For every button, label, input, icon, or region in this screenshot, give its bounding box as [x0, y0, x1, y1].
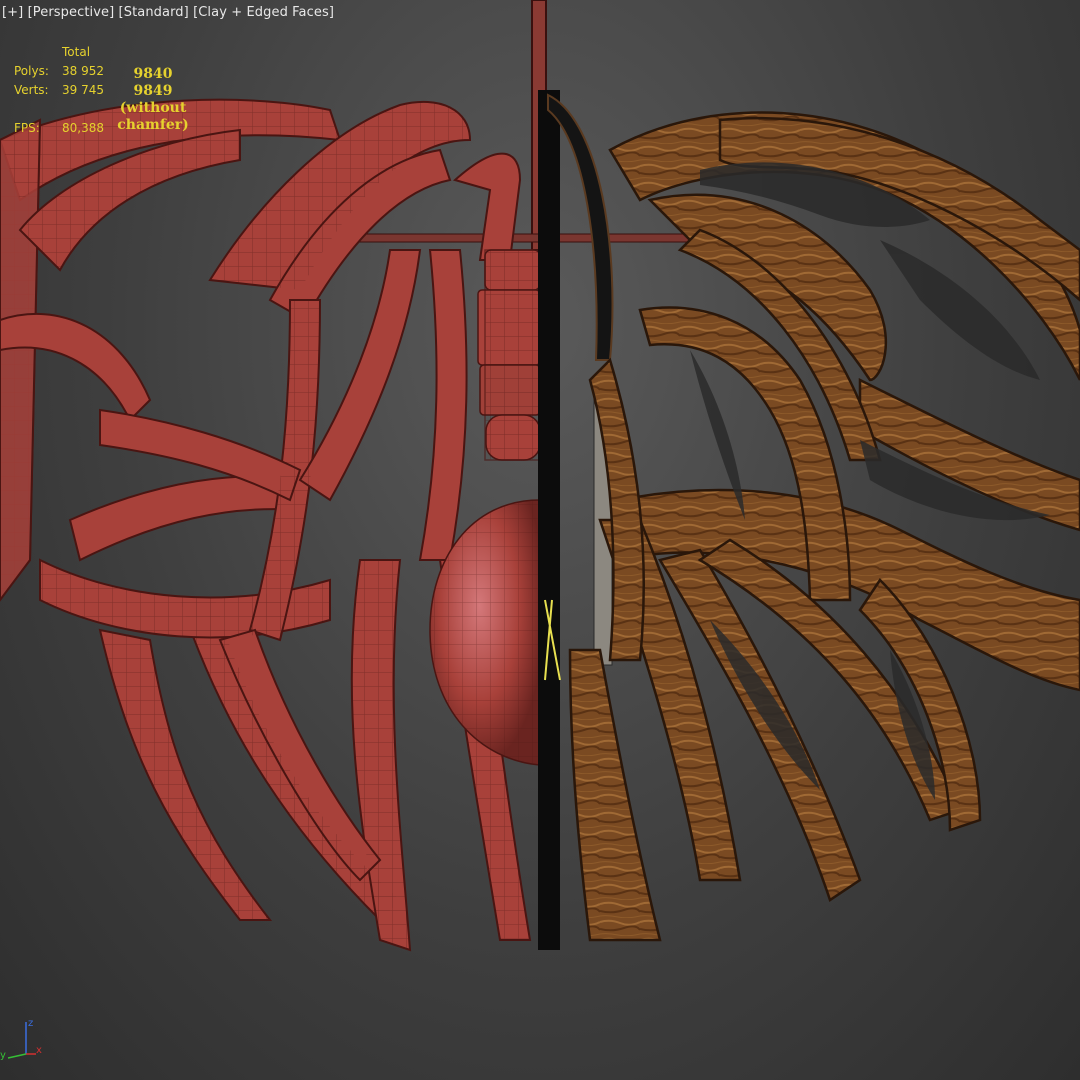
viewport-menu-plus[interactable]: [+]	[2, 5, 23, 20]
polys-value: 38 952	[62, 64, 104, 78]
axis-y-label: y	[0, 1050, 6, 1061]
viewport-label: [+] [Perspective] [Standard] [Clay + Edg…	[2, 5, 334, 20]
lamp-model-render	[0, 0, 1080, 952]
axis-z-label: z	[28, 1018, 33, 1029]
poly-count-annotation: 9840 9849 (without chamfer)	[115, 66, 191, 134]
fps-label: FPS:	[14, 121, 40, 135]
annotation-line-3: (without	[119, 100, 187, 116]
polys-label: Polys:	[14, 64, 49, 78]
fps-value: 80,388	[62, 121, 104, 135]
axis-gizmo: z x y	[0, 1018, 42, 1061]
bulb-socket	[477, 249, 541, 461]
viewport-menu-shading[interactable]: [Standard]	[119, 5, 189, 20]
axis-y-line	[7, 1053, 27, 1059]
stats-header: Total	[62, 45, 91, 59]
axis-x-label: x	[36, 1045, 42, 1056]
annotation-line-2: 9849	[133, 83, 173, 99]
annotation-line-4: chamfer)	[117, 117, 189, 133]
center-frame	[538, 90, 560, 950]
verts-value: 39 745	[62, 83, 104, 97]
viewport-menu-view[interactable]: [Perspective]	[28, 5, 115, 20]
annotation-line-1: 9840	[133, 66, 173, 82]
3d-viewport[interactable]	[0, 0, 1080, 1080]
statistics-overlay: Total Polys: 38 952 Verts: 39 745 FPS: 8…	[14, 43, 122, 138]
verts-label: Verts:	[14, 83, 49, 97]
cross-bar	[324, 233, 746, 243]
viewport-menu-display[interactable]: [Clay + Edged Faces]	[193, 5, 334, 20]
